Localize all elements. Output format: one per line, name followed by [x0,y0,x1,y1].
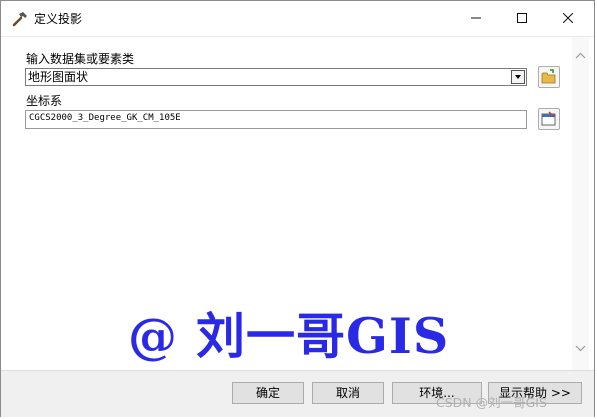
csdn-credit: CSDN @刘一哥GIS [436,395,547,410]
cancel-button[interactable]: 取消 [312,382,384,404]
vertical-scrollbar[interactable] [572,37,589,371]
maximize-icon [517,13,527,23]
chevron-down-icon[interactable] [511,70,525,84]
dialog-content: 输入数据集或要素类 地形图面状 坐标系 CGCS2000_3_Degree_GK… [1,36,594,371]
ok-button[interactable]: 确定 [232,382,304,404]
window-title: 定义投影 [34,12,83,26]
minimize-icon [471,17,481,19]
scroll-up-icon[interactable] [574,49,587,63]
close-icon [562,12,574,24]
coord-system-field[interactable]: CGCS2000_3_Degree_GK_CM_105E [25,110,527,129]
minimize-button[interactable] [453,1,499,36]
browse-dataset-button[interactable] [538,66,560,88]
maximize-button[interactable] [499,1,545,36]
hammer-icon [11,10,29,28]
coord-system-value: CGCS2000_3_Degree_GK_CM_105E [29,113,181,123]
properties-icon [541,111,556,126]
define-projection-dialog: 定义投影 输入数据集或要素类 地形图面状 坐标系 CGCS2000_3_Degr… [0,0,595,417]
coord-system-label: 坐标系 [26,94,63,108]
input-dataset-value: 地形图面状 [28,70,89,84]
scroll-down-icon[interactable] [574,341,587,355]
author-watermark: @ 刘一哥GIS [128,307,450,365]
title-bar[interactable]: 定义投影 [1,1,594,36]
input-dataset-combo[interactable]: 地形图面状 [25,68,527,86]
open-folder-icon [541,69,556,84]
close-button[interactable] [545,1,591,36]
spatial-reference-button[interactable] [538,108,560,130]
input-dataset-label: 输入数据集或要素类 [26,52,135,66]
